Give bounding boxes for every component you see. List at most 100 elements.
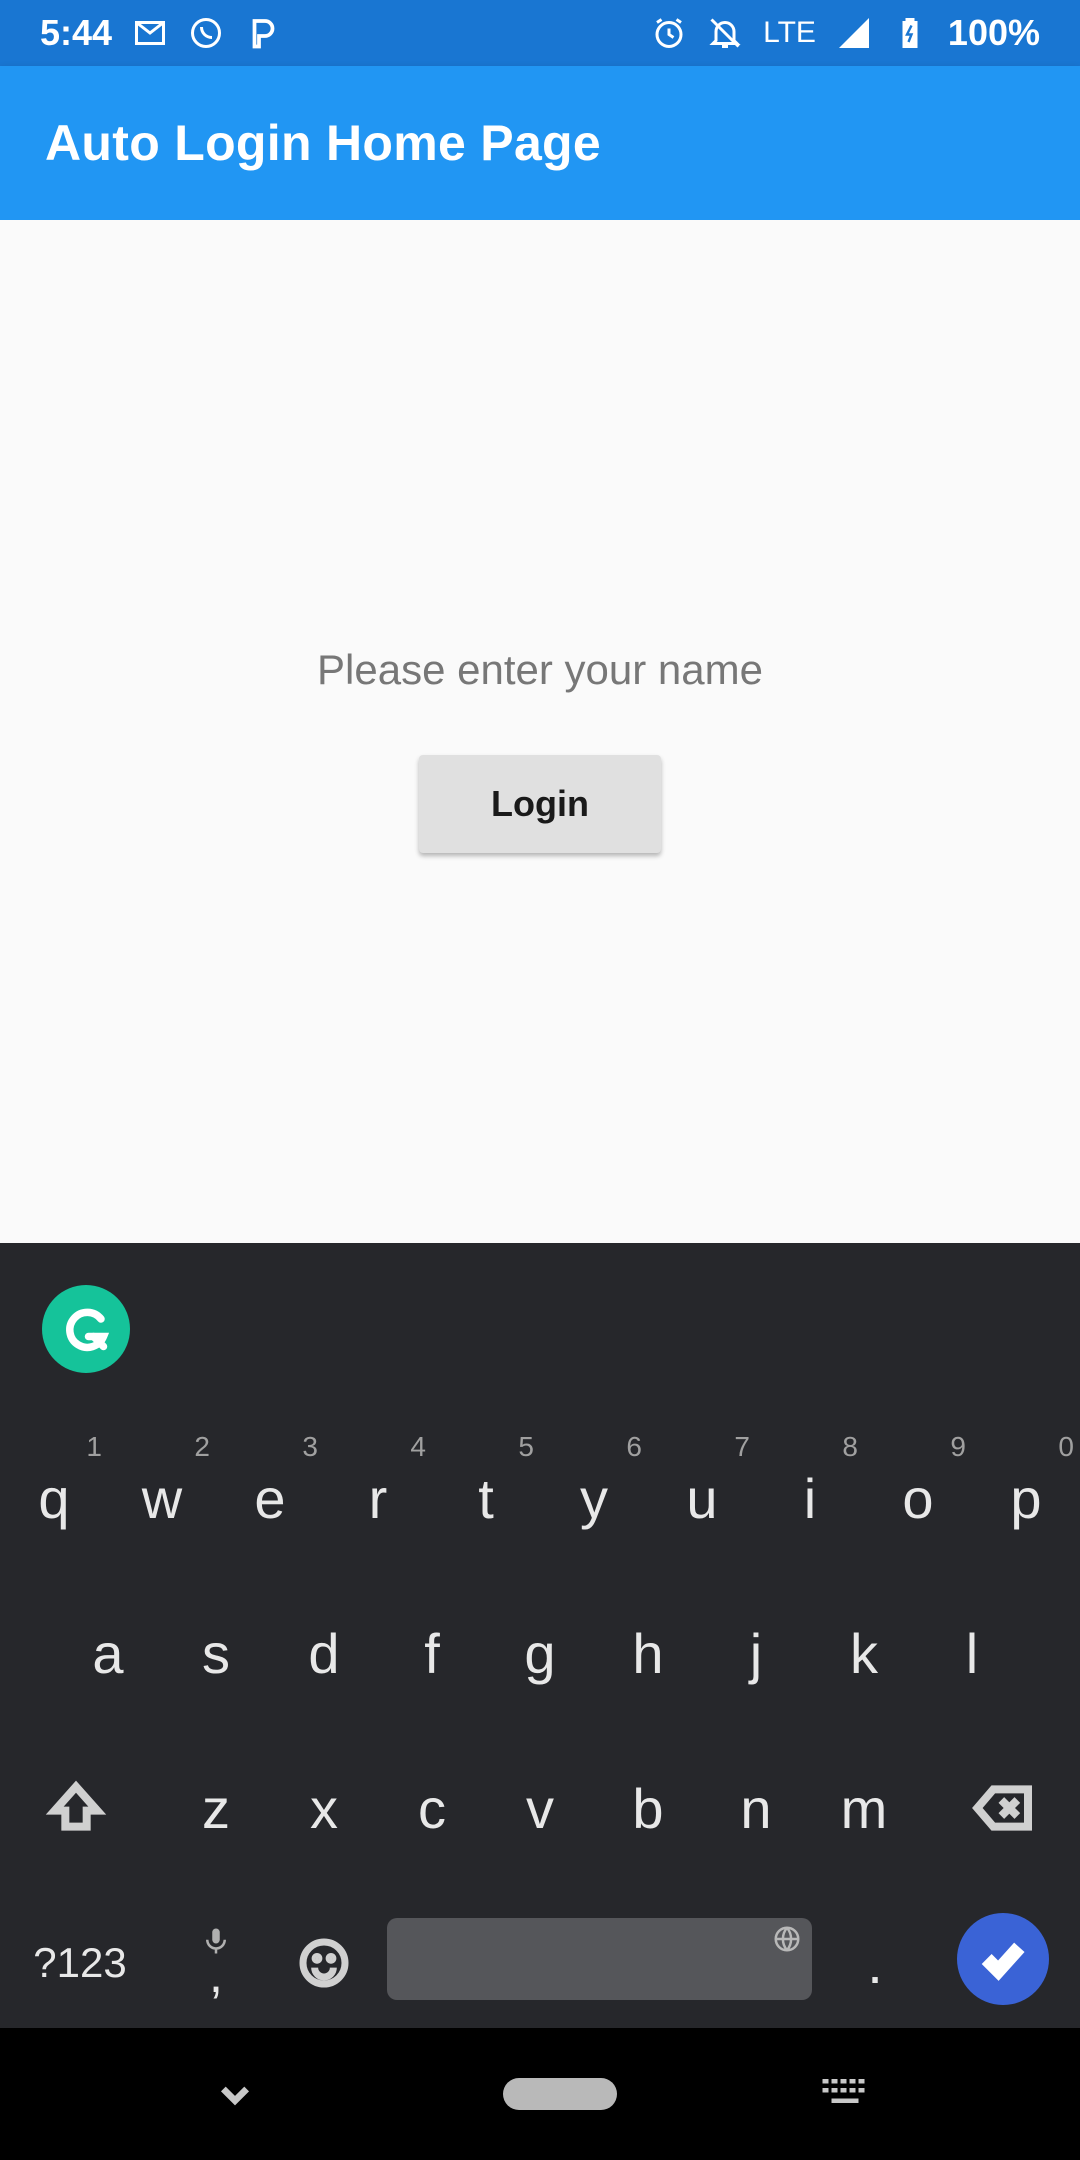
key-label: w: [141, 1466, 183, 1530]
key-label: e: [254, 1466, 286, 1530]
shift-icon: [45, 1780, 107, 1831]
key-label: g: [524, 1621, 556, 1685]
key-hint: 6: [626, 1431, 642, 1462]
soft-keyboard: q1 w2 e3 r4 t5 y6 u7 i8 o9 p0 a s d f g …: [0, 1243, 1080, 2028]
key-l[interactable]: l: [918, 1578, 1026, 1728]
name-input-container: [0, 620, 1080, 720]
period-key[interactable]: .: [820, 1888, 930, 2038]
key-m[interactable]: m: [810, 1733, 918, 1883]
key-p[interactable]: p0: [972, 1423, 1080, 1573]
key-y[interactable]: y6: [540, 1423, 648, 1573]
checkmark-icon: [981, 1942, 1025, 1981]
chevron-down-icon: [220, 2086, 250, 2106]
app-bar: Auto Login Home Page: [0, 66, 1080, 220]
key-label: a: [92, 1621, 124, 1685]
key-n[interactable]: n: [702, 1733, 810, 1883]
keyboard-row-2: a s d f g h j k l: [0, 1578, 1080, 1728]
key-f[interactable]: f: [378, 1578, 486, 1728]
backspace-key[interactable]: [948, 1733, 1060, 1883]
page-title: Auto Login Home Page: [45, 115, 601, 171]
home-pill: [503, 2078, 617, 2110]
globe-icon: [772, 1924, 802, 1959]
whatsapp-icon: [188, 15, 224, 51]
key-hint: 0: [1058, 1431, 1074, 1462]
screen: 5:44 LTE 100% Auto Login Home Page Pleas…: [0, 0, 1080, 2160]
key-label: s: [202, 1621, 230, 1685]
key-label: b: [632, 1776, 664, 1840]
key-r[interactable]: r4: [324, 1423, 432, 1573]
key-label: y: [580, 1466, 608, 1530]
key-g[interactable]: g: [486, 1578, 594, 1728]
navigation-bar: [0, 2028, 1080, 2160]
key-label: x: [310, 1776, 338, 1840]
keyboard-icon: [822, 2079, 865, 2103]
symbols-key[interactable]: ?123: [10, 1888, 150, 2038]
key-label: r: [368, 1466, 388, 1530]
key-a[interactable]: a: [54, 1578, 162, 1728]
emoji-icon: [299, 1938, 349, 1988]
key-h[interactable]: h: [594, 1578, 702, 1728]
comma-label: ,: [209, 1947, 223, 2003]
key-s[interactable]: s: [162, 1578, 270, 1728]
key-label: d: [308, 1621, 340, 1685]
key-w[interactable]: w2: [108, 1423, 216, 1573]
key-hint: 2: [194, 1431, 210, 1462]
login-button[interactable]: Login: [419, 755, 661, 853]
space-bar[interactable]: [387, 1918, 812, 2000]
key-z[interactable]: z: [162, 1733, 270, 1883]
status-left: 5:44: [40, 12, 280, 54]
key-hint: 4: [410, 1431, 426, 1462]
symbols-label: ?123: [33, 1939, 127, 1986]
shift-key[interactable]: [20, 1733, 132, 1883]
key-o[interactable]: o9: [864, 1423, 972, 1573]
network-type: LTE: [763, 16, 816, 49]
key-label: m: [840, 1776, 888, 1840]
signal-icon: [836, 15, 872, 51]
key-e[interactable]: e3: [216, 1423, 324, 1573]
key-label: t: [478, 1466, 494, 1530]
battery-percent: 100%: [947, 12, 1040, 53]
key-label: z: [202, 1776, 230, 1840]
status-time: 5:44: [40, 12, 113, 53]
key-j[interactable]: j: [702, 1578, 810, 1728]
key-label: k: [850, 1621, 878, 1685]
key-x[interactable]: x: [270, 1733, 378, 1883]
home-button[interactable]: [490, 2028, 630, 2160]
key-hint: 1: [86, 1431, 102, 1462]
key-label: h: [632, 1621, 664, 1685]
hide-keyboard-button[interactable]: [195, 2028, 275, 2160]
key-t[interactable]: t5: [432, 1423, 540, 1573]
key-hint: 3: [302, 1431, 318, 1462]
status-right: LTE 100%: [651, 12, 1040, 54]
key-label: q: [38, 1466, 70, 1530]
key-label: l: [965, 1621, 979, 1685]
done-key[interactable]: [957, 1913, 1049, 2005]
emoji-key[interactable]: [270, 1888, 378, 2038]
period-label: .: [867, 1931, 883, 1995]
key-hint: 9: [950, 1431, 966, 1462]
keyboard-switch-button[interactable]: [800, 2028, 890, 2160]
key-hint: 7: [734, 1431, 750, 1462]
grammarly-icon[interactable]: [42, 1285, 130, 1373]
gmail-icon: [132, 15, 168, 51]
comma-key-content: ,: [201, 1926, 231, 2000]
status-bar: 5:44 LTE 100%: [0, 0, 1080, 66]
key-c[interactable]: c: [378, 1733, 486, 1883]
key-i[interactable]: i8: [756, 1423, 864, 1573]
key-label: c: [418, 1776, 446, 1840]
main-content: Login: [0, 220, 1080, 1243]
name-input[interactable]: [188, 624, 892, 716]
key-label: i: [803, 1466, 817, 1530]
keyboard-row-1: q1 w2 e3 r4 t5 y6 u7 i8 o9 p0: [0, 1423, 1080, 1573]
key-k[interactable]: k: [810, 1578, 918, 1728]
key-v[interactable]: v: [486, 1733, 594, 1883]
key-q[interactable]: q1: [0, 1423, 108, 1573]
key-d[interactable]: d: [270, 1578, 378, 1728]
keyboard-row-3: z x c v b n m: [0, 1733, 1080, 1883]
key-label: o: [902, 1466, 934, 1530]
battery-icon: [892, 15, 928, 51]
key-b[interactable]: b: [594, 1733, 702, 1883]
key-u[interactable]: u7: [648, 1423, 756, 1573]
keyboard-row-4: ?123 , .: [0, 1888, 1080, 2038]
comma-key[interactable]: ,: [160, 1888, 272, 2038]
